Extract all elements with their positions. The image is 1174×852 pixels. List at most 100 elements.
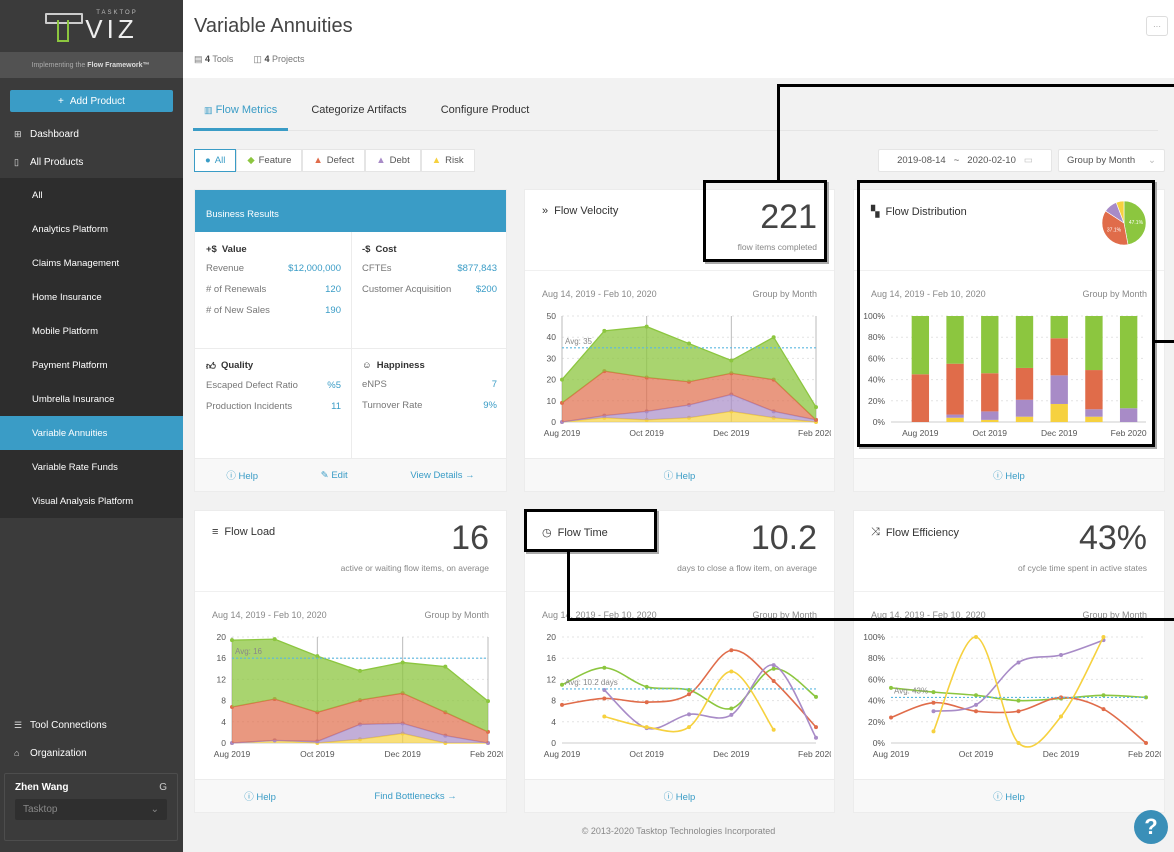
- group-by-select[interactable]: Group by Month ⌄: [1058, 149, 1165, 172]
- x-tick-label: Aug 2019: [544, 428, 581, 438]
- tagline-text: Implementing the: [31, 61, 86, 69]
- sidebar-product-item[interactable]: Variable Rate Funds: [0, 450, 183, 484]
- projects-count[interactable]: ◫ 4 Projects: [253, 54, 304, 65]
- y-tick-label: 80%: [868, 653, 885, 663]
- bar-risk: [981, 419, 999, 422]
- find-bottlenecks-link[interactable]: Find Bottlenecks →: [374, 791, 456, 802]
- section-title: Value: [221, 244, 247, 255]
- y-tick-label: 20: [217, 632, 227, 642]
- point-feature: [729, 706, 734, 711]
- load-chart: 0 4 8 12 16 20 Aug 2019 Oct 2019 Dec 2019 Feb 202…: [214, 632, 503, 759]
- point-debt: [687, 712, 691, 717]
- bar-risk: [946, 417, 964, 422]
- group-by-label: Group by Month: [424, 610, 489, 620]
- tools-icon: ▤: [194, 54, 203, 64]
- bar-feature: [981, 316, 999, 374]
- metric-value: 43%: [1078, 519, 1147, 557]
- organization-select[interactable]: Tasktop ⌄: [15, 799, 167, 820]
- y-tick-label: 16: [217, 653, 227, 663]
- help-link[interactable]: ⓘ Help: [226, 468, 258, 482]
- point-defect: [771, 678, 776, 683]
- efficiency-card: ⤨ Flow Efficiency 43% of cycle time spent i…: [853, 510, 1165, 813]
- point-risk: [644, 725, 649, 730]
- sidebar-product-item[interactable]: All: [0, 178, 183, 212]
- tab-label: Flow Metrics: [215, 104, 278, 116]
- x-tick-label: Feb 2020: [798, 749, 831, 759]
- filter-all-button[interactable]: ● All: [194, 149, 237, 172]
- point-feature: [1016, 698, 1021, 703]
- card-title-text: Flow Velocity: [554, 205, 619, 217]
- bar-defect: [1015, 367, 1034, 400]
- sidebar-item-organization[interactable]: ⌂ Organization: [0, 739, 183, 767]
- sidebar-product-item[interactable]: Home Insurance: [0, 280, 183, 314]
- tab-flow-metrics[interactable]: ▥ Flow Metrics: [193, 98, 289, 131]
- point-defect: [931, 700, 936, 705]
- point-defect: [814, 725, 818, 730]
- sidebar-product-item[interactable]: Payment Platform: [0, 348, 183, 382]
- logo[interactable]: TASKTOP VIZ: [0, 0, 183, 52]
- x-tick-label: Aug 2019: [873, 749, 910, 759]
- date-range-label: Aug 14, 2019 - Feb 10, 2020: [871, 289, 986, 299]
- product-list: All Analytics Platform Claims Management Ho…: [0, 178, 183, 518]
- help-link[interactable]: ⓘ Help: [664, 468, 696, 482]
- sidebar-product-item[interactable]: Analytics Platform: [0, 212, 183, 246]
- add-product-button[interactable]: + Add Product: [10, 90, 173, 112]
- sidebar-item-tool-connections[interactable]: ☰ Tool Connections: [0, 711, 183, 739]
- happiness-section: ☺ Happiness eNPS 7 Turnover Rate 9%: [351, 348, 508, 421]
- y-tick-label: 8: [221, 696, 226, 706]
- filter-defect-button[interactable]: ▲ Defect: [302, 149, 366, 172]
- tab-categorize-artifacts[interactable]: Categorize Artifacts: [300, 98, 417, 131]
- x-tick-label: Feb 2020: [470, 749, 503, 759]
- group-by-label: Group by Month: [1082, 610, 1147, 620]
- help-link[interactable]: ⓘ Help: [664, 789, 696, 803]
- bar-risk: [1050, 403, 1068, 422]
- section-title: Happiness: [376, 360, 425, 371]
- chevron-down-icon: ⌄: [1148, 155, 1156, 166]
- edit-link[interactable]: ✎ Edit: [321, 470, 348, 481]
- sidebar-product-item[interactable]: Visual Analysis Platform: [0, 484, 183, 518]
- business-results-card: Business Results +$ Value Revenue $12,000,…: [194, 189, 507, 492]
- filter-debt-button[interactable]: ▲ Debt: [365, 149, 421, 172]
- help-link[interactable]: ⓘ Help: [993, 468, 1025, 482]
- logout-icon[interactable]: G: [159, 782, 167, 793]
- calendar-icon: ▭: [1023, 155, 1033, 166]
- tagline: Implementing the Flow Framework™: [0, 52, 183, 78]
- x-tick-label: Feb 2020: [798, 428, 831, 438]
- point-defect: [1144, 741, 1148, 745]
- y-tick-label: 100%: [863, 632, 885, 642]
- date-to: 2020-02-10: [967, 155, 1016, 166]
- tool-connections-icon: ☰: [14, 719, 23, 730]
- sidebar-item-all-products[interactable]: ▯ All Products: [0, 148, 183, 176]
- tagline-bold: Flow Framework™: [87, 61, 150, 69]
- group-by-value: Group by Month: [1067, 155, 1136, 166]
- help-link[interactable]: ⓘ Help: [993, 789, 1025, 803]
- filter-label: Risk: [445, 155, 464, 166]
- sidebar-product-item[interactable]: Umbrella Insurance: [0, 382, 183, 416]
- date-range-picker[interactable]: 2019-08-14 ~ 2020-02-10 ▭: [878, 149, 1052, 172]
- kv-row: Customer Acquisition $200: [362, 284, 497, 295]
- sidebar-item-dashboard[interactable]: ⊞ Dashboard: [0, 120, 183, 148]
- bar-debt: [1085, 409, 1103, 417]
- y-tick-label: 0: [551, 738, 556, 748]
- point-feature: [486, 699, 490, 704]
- more-options-button[interactable]: ···: [1146, 16, 1168, 36]
- kv-row: Escaped Defect Ratio %5: [206, 380, 341, 391]
- sidebar-product-item[interactable]: Claims Management: [0, 246, 183, 280]
- sidebar-product-item[interactable]: Variable Annuities: [0, 416, 183, 450]
- filter-feature-button[interactable]: ◆ Feature: [236, 149, 303, 172]
- help-fab-button[interactable]: ?: [1134, 810, 1168, 844]
- sidebar-product-item[interactable]: Mobile Platform: [0, 314, 183, 348]
- distribution-icon: ▚: [871, 206, 880, 218]
- kv-row: Turnover Rate 9%: [362, 400, 497, 411]
- products-icon: ▯: [14, 156, 19, 167]
- pie-label: 47.1%: [1129, 220, 1144, 226]
- filter-risk-button[interactable]: ▲ Risk: [420, 149, 475, 172]
- view-details-link[interactable]: View Details →: [410, 470, 474, 481]
- point-defect: [644, 700, 649, 705]
- tools-count[interactable]: ▤ 4 Tools: [194, 54, 233, 65]
- smiley-icon: ☺: [362, 360, 372, 371]
- tab-configure-product[interactable]: Configure Product: [430, 98, 541, 131]
- date-separator: ~: [953, 155, 960, 166]
- help-link[interactable]: ⓘ Help: [244, 789, 276, 803]
- feature-icon: ◆: [247, 155, 255, 166]
